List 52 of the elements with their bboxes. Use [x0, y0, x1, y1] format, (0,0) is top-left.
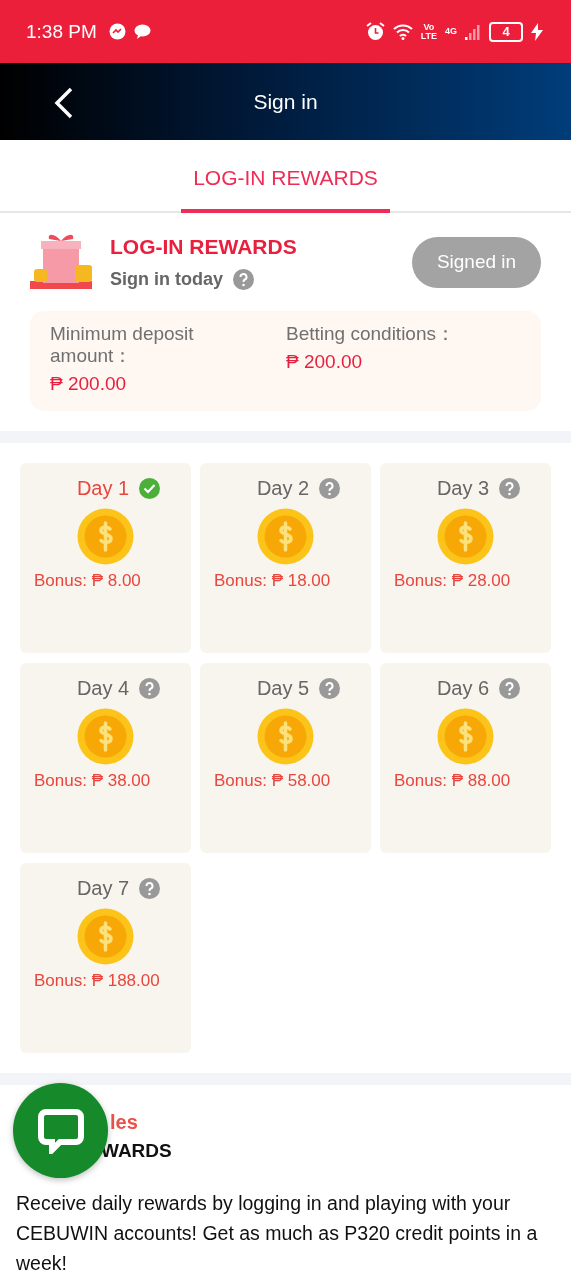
wifi-icon	[392, 23, 413, 40]
card-subtitle: Sign in today	[110, 268, 223, 290]
day-label: Day 7	[76, 877, 130, 900]
help-icon[interactable]	[499, 678, 521, 699]
chat-bubble-icon	[37, 1107, 84, 1154]
bonus-amount: Bonus: ₱ 8.00	[33, 571, 141, 591]
help-icon[interactable]	[319, 678, 341, 699]
coin-icon	[437, 708, 494, 765]
charging-icon	[531, 22, 543, 41]
coin-icon	[77, 508, 134, 565]
help-icon[interactable]	[139, 678, 161, 699]
tab[interactable]: LOG-IN REWARDS	[181, 147, 390, 213]
rules-subheading: WARDS	[100, 1140, 173, 1162]
card-title: LOG-IN REWARDS	[110, 234, 298, 259]
bonus-amount: Bonus: ₱ 188.00	[33, 971, 160, 991]
back-icon[interactable]	[54, 87, 74, 119]
network-type-label: 4G	[445, 27, 457, 36]
rules-heading: les	[109, 1111, 139, 1134]
coin-icon	[257, 708, 314, 765]
messenger-icon	[108, 23, 126, 40]
signal-icon	[465, 23, 481, 40]
help-icon[interactable]	[499, 478, 521, 499]
coin-icon	[77, 708, 134, 765]
battery-level: 4	[489, 21, 523, 42]
coin-icon	[257, 508, 314, 565]
chat-icon	[133, 24, 151, 39]
condition-label: Betting conditions：	[286, 323, 456, 345]
coin-icon	[77, 908, 134, 965]
condition-value: ₱ 200.00	[286, 351, 364, 373]
day-label: Day 1	[76, 477, 130, 500]
day-label: Day 2	[256, 477, 310, 500]
bonus-amount: Bonus: ₱ 28.00	[393, 571, 511, 591]
bonus-amount: Bonus: ₱ 38.00	[33, 771, 151, 791]
bonus-amount: Bonus: ₱ 88.00	[393, 771, 511, 791]
day-label: Day 5	[256, 677, 310, 700]
day-label: Day 4	[76, 677, 130, 700]
alarm-icon	[365, 22, 385, 41]
status-time: 1:38 PM	[26, 20, 97, 43]
page-title: Sign in	[253, 89, 318, 114]
bonus-amount: Bonus: ₱ 18.00	[213, 571, 331, 591]
checkmark-icon	[139, 478, 161, 499]
help-icon[interactable]	[319, 478, 341, 499]
help-icon[interactable]	[139, 878, 161, 899]
coin-icon	[437, 508, 494, 565]
condition-value: ₱ 200.00	[50, 373, 128, 395]
rules-text: Receive daily rewards by logging in and playing with your CEBUWIN accounts! Get as much as P320 credit points in a week!	[16, 1191, 539, 1276]
condition-label: Minimum deposit amount：	[50, 323, 195, 367]
volte-label: Vo LTE	[420, 22, 437, 41]
help-icon[interactable]	[233, 268, 254, 290]
day-label: Day 3	[436, 477, 490, 500]
day-label: Day 6	[436, 677, 490, 700]
bonus-amount: Bonus: ₱ 58.00	[213, 771, 331, 791]
